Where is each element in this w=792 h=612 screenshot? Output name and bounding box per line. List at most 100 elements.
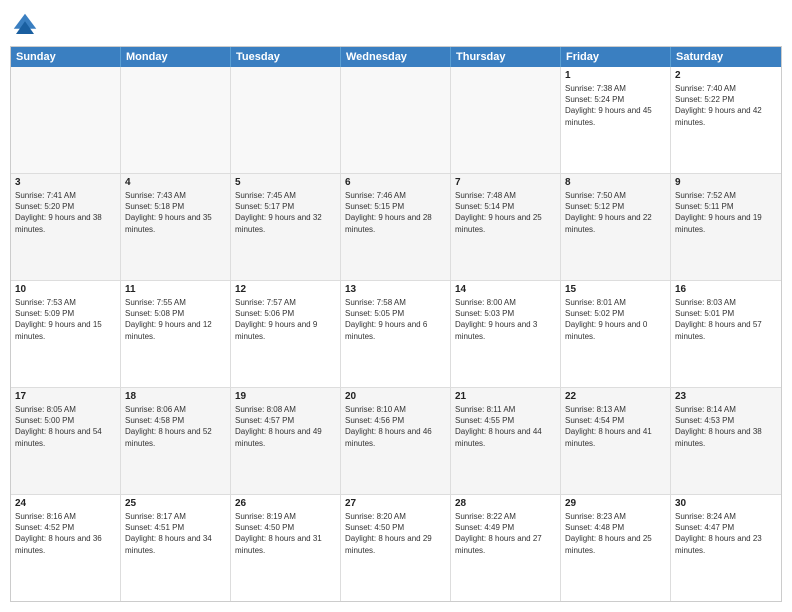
day-number: 19	[235, 391, 336, 402]
cell-info: Sunrise: 8:00 AM Sunset: 5:03 PM Dayligh…	[455, 297, 556, 342]
calendar-body: 1Sunrise: 7:38 AM Sunset: 5:24 PM Daylig…	[11, 67, 781, 601]
week-row-5: 24 Sunrise: 8:16 AM Sunset: 4:52 PM Dayli…	[11, 495, 781, 601]
calendar-cell: 21Sunrise: 8:11 AM Sunset: 4:55 PM Dayli…	[451, 388, 561, 494]
cell-info: Sunrise: 7:53 AM Sunset: 5:09 PM Dayligh…	[15, 297, 116, 342]
cell-info: Sunrise: 8:17 AM Sunset: 4:51 PM Dayligh…	[125, 511, 226, 556]
cell-info: Sunrise: 7:46 AM Sunset: 5:15 PM Dayligh…	[345, 190, 446, 235]
day-number: 3	[15, 177, 116, 188]
day-number: 10	[15, 284, 116, 295]
calendar-cell: 8 Sunrise: 7:50 AM Sunset: 5:12 PM Daylig…	[561, 174, 671, 280]
calendar-cell: 12 Sunrise: 7:57 AM Sunset: 5:06 PM Dayli…	[231, 281, 341, 387]
calendar-cell	[341, 67, 451, 173]
calendar-cell	[11, 67, 121, 173]
calendar-cell: 13 Sunrise: 7:58 AM Sunset: 5:05 PM Dayli…	[341, 281, 451, 387]
week-row-4: 17 Sunrise: 8:05 AM Sunset: 5:00 PM Dayli…	[11, 388, 781, 495]
calendar-cell: 10 Sunrise: 7:53 AM Sunset: 5:09 PM Dayli…	[11, 281, 121, 387]
day-number: 27	[345, 498, 446, 509]
cell-info: Sunrise: 8:20 AM Sunset: 4:50 PM Dayligh…	[345, 511, 446, 556]
calendar-cell: 4 Sunrise: 7:43 AM Sunset: 5:18 PM Daylig…	[121, 174, 231, 280]
calendar-cell: 19 Sunrise: 8:08 AM Sunset: 4:57 PM Dayli…	[231, 388, 341, 494]
cell-info: Sunrise: 8:22 AM Sunset: 4:49 PM Dayligh…	[455, 511, 556, 556]
cell-info: Sunrise: 7:58 AM Sunset: 5:05 PM Dayligh…	[345, 297, 446, 342]
day-of-week-monday: Monday	[121, 47, 231, 67]
day-number: 24	[15, 498, 116, 509]
cell-info: Sunrise: 8:06 AM Sunset: 4:58 PM Dayligh…	[125, 404, 226, 449]
calendar-cell: 5 Sunrise: 7:45 AM Sunset: 5:17 PM Daylig…	[231, 174, 341, 280]
day-number: 8	[565, 177, 666, 188]
cell-info: Sunrise: 8:16 AM Sunset: 4:52 PM Dayligh…	[15, 511, 116, 556]
calendar-cell: 27 Sunrise: 8:20 AM Sunset: 4:50 PM Dayli…	[341, 495, 451, 601]
cell-info: Sunrise: 7:52 AM Sunset: 5:11 PM Dayligh…	[675, 190, 777, 235]
day-number: 13	[345, 284, 446, 295]
calendar-cell: 9 Sunrise: 7:52 AM Sunset: 5:11 PM Daylig…	[671, 174, 781, 280]
calendar-cell	[451, 67, 561, 173]
calendar-cell: 26Sunrise: 8:19 AM Sunset: 4:50 PM Dayli…	[231, 495, 341, 601]
day-number: 7	[455, 177, 556, 188]
calendar-cell: 20 Sunrise: 8:10 AM Sunset: 4:56 PM Dayli…	[341, 388, 451, 494]
header	[10, 10, 782, 40]
day-of-week-wednesday: Wednesday	[341, 47, 451, 67]
cell-info: Sunrise: 8:03 AM Sunset: 5:01 PM Dayligh…	[675, 297, 777, 342]
calendar-cell	[231, 67, 341, 173]
cell-info: Sunrise: 8:13 AM Sunset: 4:54 PM Dayligh…	[565, 404, 666, 449]
day-of-week-saturday: Saturday	[671, 47, 781, 67]
day-of-week-sunday: Sunday	[11, 47, 121, 67]
cell-info: Sunrise: 7:55 AM Sunset: 5:08 PM Dayligh…	[125, 297, 226, 342]
cell-info: Sunrise: 8:05 AM Sunset: 5:00 PM Dayligh…	[15, 404, 116, 449]
logo-icon	[10, 10, 40, 40]
calendar-cell: 28 Sunrise: 8:22 AM Sunset: 4:49 PM Dayli…	[451, 495, 561, 601]
logo	[10, 10, 44, 40]
calendar-cell: 17 Sunrise: 8:05 AM Sunset: 5:00 PM Dayli…	[11, 388, 121, 494]
cell-info: Sunrise: 8:24 AM Sunset: 4:47 PM Dayligh…	[675, 511, 777, 556]
cell-info: Sunrise: 7:50 AM Sunset: 5:12 PM Dayligh…	[565, 190, 666, 235]
day-number: 11	[125, 284, 226, 295]
day-number: 16	[675, 284, 777, 295]
cell-info: Sunrise: 7:45 AM Sunset: 5:17 PM Dayligh…	[235, 190, 336, 235]
calendar-cell: 6 Sunrise: 7:46 AM Sunset: 5:15 PM Daylig…	[341, 174, 451, 280]
calendar-cell: 29Sunrise: 8:23 AM Sunset: 4:48 PM Dayli…	[561, 495, 671, 601]
cell-info: Sunrise: 7:57 AM Sunset: 5:06 PM Dayligh…	[235, 297, 336, 342]
week-row-2: 3Sunrise: 7:41 AM Sunset: 5:20 PM Daylig…	[11, 174, 781, 281]
cell-info: Sunrise: 8:01 AM Sunset: 5:02 PM Dayligh…	[565, 297, 666, 342]
day-number: 4	[125, 177, 226, 188]
calendar: SundayMondayTuesdayWednesdayThursdayFrid…	[10, 46, 782, 602]
day-number: 12	[235, 284, 336, 295]
calendar-cell	[121, 67, 231, 173]
day-number: 28	[455, 498, 556, 509]
calendar-cell: 3Sunrise: 7:41 AM Sunset: 5:20 PM Daylig…	[11, 174, 121, 280]
day-number: 30	[675, 498, 777, 509]
day-number: 5	[235, 177, 336, 188]
cell-info: Sunrise: 8:11 AM Sunset: 4:55 PM Dayligh…	[455, 404, 556, 449]
day-number: 25	[125, 498, 226, 509]
day-number: 9	[675, 177, 777, 188]
cell-info: Sunrise: 8:19 AM Sunset: 4:50 PM Dayligh…	[235, 511, 336, 556]
calendar-header: SundayMondayTuesdayWednesdayThursdayFrid…	[11, 47, 781, 67]
calendar-cell: 11 Sunrise: 7:55 AM Sunset: 5:08 PM Dayli…	[121, 281, 231, 387]
day-number: 23	[675, 391, 777, 402]
week-row-1: 1Sunrise: 7:38 AM Sunset: 5:24 PM Daylig…	[11, 67, 781, 174]
day-number: 2	[675, 70, 777, 81]
calendar-cell: 25 Sunrise: 8:17 AM Sunset: 4:51 PM Dayli…	[121, 495, 231, 601]
calendar-cell: 23 Sunrise: 8:14 AM Sunset: 4:53 PM Dayli…	[671, 388, 781, 494]
day-number: 15	[565, 284, 666, 295]
day-number: 18	[125, 391, 226, 402]
cell-info: Sunrise: 7:40 AM Sunset: 5:22 PM Dayligh…	[675, 83, 777, 128]
cell-info: Sunrise: 7:38 AM Sunset: 5:24 PM Dayligh…	[565, 83, 666, 128]
day-number: 29	[565, 498, 666, 509]
calendar-cell: 1Sunrise: 7:38 AM Sunset: 5:24 PM Daylig…	[561, 67, 671, 173]
day-of-week-tuesday: Tuesday	[231, 47, 341, 67]
calendar-cell: 15 Sunrise: 8:01 AM Sunset: 5:02 PM Dayli…	[561, 281, 671, 387]
calendar-cell: 30 Sunrise: 8:24 AM Sunset: 4:47 PM Dayli…	[671, 495, 781, 601]
calendar-cell: 7 Sunrise: 7:48 AM Sunset: 5:14 PM Daylig…	[451, 174, 561, 280]
cell-info: Sunrise: 8:10 AM Sunset: 4:56 PM Dayligh…	[345, 404, 446, 449]
day-number: 22	[565, 391, 666, 402]
day-of-week-friday: Friday	[561, 47, 671, 67]
day-number: 20	[345, 391, 446, 402]
cell-info: Sunrise: 8:14 AM Sunset: 4:53 PM Dayligh…	[675, 404, 777, 449]
day-number: 17	[15, 391, 116, 402]
calendar-cell: 2 Sunrise: 7:40 AM Sunset: 5:22 PM Daylig…	[671, 67, 781, 173]
cell-info: Sunrise: 7:48 AM Sunset: 5:14 PM Dayligh…	[455, 190, 556, 235]
cell-info: Sunrise: 8:08 AM Sunset: 4:57 PM Dayligh…	[235, 404, 336, 449]
cell-info: Sunrise: 7:43 AM Sunset: 5:18 PM Dayligh…	[125, 190, 226, 235]
day-number: 6	[345, 177, 446, 188]
